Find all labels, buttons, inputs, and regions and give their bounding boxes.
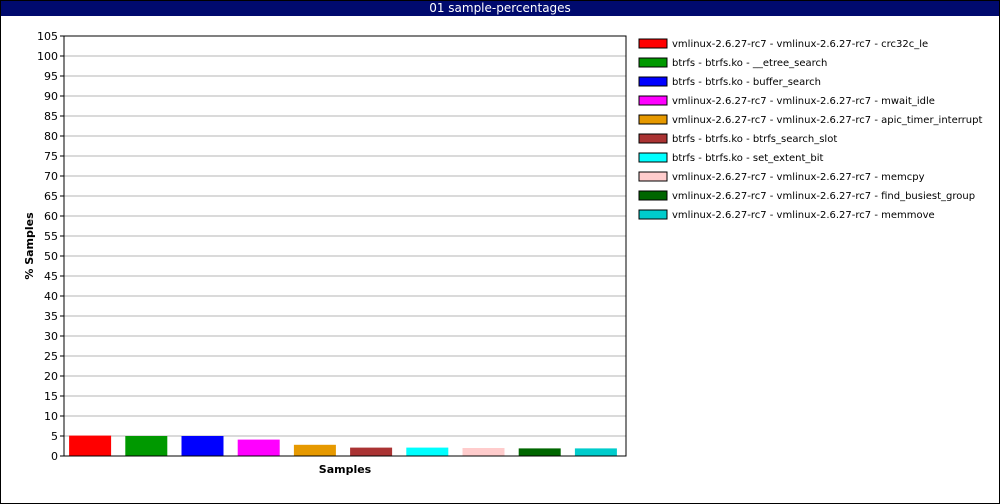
bar bbox=[237, 439, 280, 456]
bar bbox=[181, 436, 224, 456]
y-tick-label: 10 bbox=[44, 410, 58, 423]
y-tick-label: 105 bbox=[37, 30, 58, 43]
y-axis-label: % Samples bbox=[23, 212, 36, 280]
legend-label: vmlinux-2.6.27-rc7 - vmlinux-2.6.27-rc7 … bbox=[672, 115, 982, 126]
y-tick-label: 60 bbox=[44, 210, 58, 223]
legend-swatch bbox=[638, 190, 668, 201]
y-tick-label: 30 bbox=[44, 330, 58, 343]
legend-swatch bbox=[638, 152, 668, 163]
y-tick-label: 35 bbox=[44, 310, 58, 323]
legend-swatch bbox=[638, 57, 668, 68]
y-tick-label: 25 bbox=[44, 350, 58, 363]
legend-label: btrfs - btrfs.ko - __etree_search bbox=[672, 58, 827, 69]
legend-label: vmlinux-2.6.27-rc7 - vmlinux-2.6.27-rc7 … bbox=[672, 210, 935, 221]
x-axis-label: Samples bbox=[319, 463, 372, 476]
y-tick-label: 55 bbox=[44, 230, 58, 243]
legend-label: vmlinux-2.6.27-rc7 - vmlinux-2.6.27-rc7 … bbox=[672, 191, 975, 202]
y-tick-label: 40 bbox=[44, 290, 58, 303]
bars bbox=[69, 435, 617, 456]
y-tick-label: 50 bbox=[44, 250, 58, 263]
legend-swatch bbox=[638, 76, 668, 87]
y-tick-label: 5 bbox=[51, 430, 58, 443]
bar bbox=[518, 448, 561, 456]
bar bbox=[574, 448, 617, 456]
bar-chart: 0 5 10 15 20 25 30 35 40 45 50 55 60 65 70 75 80 85 90 95 10… bbox=[23, 30, 982, 476]
legend-label: btrfs - btrfs.ko - set_extent_bit bbox=[672, 153, 824, 164]
y-tick-label: 90 bbox=[44, 90, 58, 103]
bar bbox=[462, 448, 505, 456]
y-tick-label: 65 bbox=[44, 190, 58, 203]
y-tick-label: 15 bbox=[44, 390, 58, 403]
y-tick-label: 70 bbox=[44, 170, 58, 183]
plot-area bbox=[63, 35, 627, 457]
y-tick-label: 75 bbox=[44, 150, 58, 163]
bar bbox=[125, 436, 168, 456]
legend-swatch bbox=[638, 114, 668, 125]
y-tick-label: 95 bbox=[44, 70, 58, 83]
legend-swatch bbox=[638, 38, 668, 49]
legend-label: vmlinux-2.6.27-rc7 - vmlinux-2.6.27-rc7 … bbox=[672, 96, 935, 107]
y-tick-label: 80 bbox=[44, 130, 58, 143]
y-tick-label: 20 bbox=[44, 370, 58, 383]
gridlines bbox=[60, 35, 626, 457]
legend-label: vmlinux-2.6.27-rc7 - vmlinux-2.6.27-rc7 … bbox=[672, 39, 928, 50]
legend-swatch bbox=[638, 95, 668, 106]
legend-label: btrfs - btrfs.ko - buffer_search bbox=[672, 77, 821, 88]
y-axis-ticks: 0 5 10 15 20 25 30 35 40 45 50 55 60 65 70 75 80 85 90 95 10… bbox=[37, 30, 58, 463]
bar bbox=[406, 447, 449, 456]
bar bbox=[350, 447, 393, 456]
legend-swatch bbox=[638, 171, 668, 182]
y-tick-label: 85 bbox=[44, 110, 58, 123]
legend-label: btrfs - btrfs.ko - btrfs_search_slot bbox=[672, 134, 837, 145]
legend-swatch bbox=[638, 133, 668, 144]
bar bbox=[69, 435, 112, 456]
y-tick-label: 45 bbox=[44, 270, 58, 283]
legend: vmlinux-2.6.27-rc7 - vmlinux-2.6.27-rc7 … bbox=[638, 38, 982, 221]
y-tick-label: 100 bbox=[37, 50, 58, 63]
legend-swatch bbox=[638, 209, 668, 220]
legend-label: vmlinux-2.6.27-rc7 - vmlinux-2.6.27-rc7 … bbox=[672, 172, 925, 183]
y-tick-label: 0 bbox=[51, 450, 58, 463]
bar bbox=[293, 444, 336, 456]
